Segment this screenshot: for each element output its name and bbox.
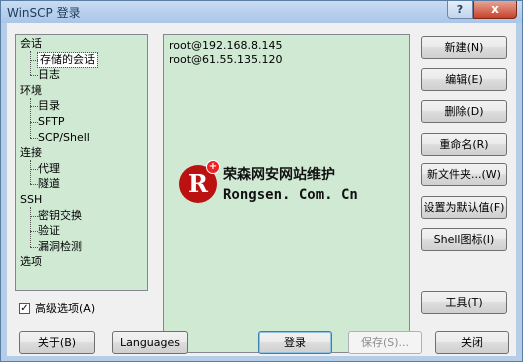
checkbox-box[interactable]: ✓ xyxy=(19,303,30,314)
languages-button[interactable]: Languages xyxy=(112,331,188,354)
tree-connector xyxy=(30,246,38,248)
title-bar[interactable]: WinSCP 登录 ? x xyxy=(1,1,522,23)
tree-item[interactable]: 代理 xyxy=(38,162,60,176)
tree-item[interactable]: 会话 xyxy=(20,37,42,51)
watermark-text-cn: 荣森网安网站维护 xyxy=(223,167,335,183)
new-folder-button[interactable]: 新文件夹...(W) xyxy=(421,163,507,186)
tree-item[interactable]: SCP/Shell xyxy=(38,131,90,145)
close-icon: x xyxy=(491,2,499,16)
tree-item[interactable]: SFTP xyxy=(38,115,64,129)
tree-connector xyxy=(30,137,38,139)
tree-connector xyxy=(30,184,38,186)
tools-button[interactable]: 工具(T) xyxy=(421,291,507,314)
login-button[interactable]: 登录 xyxy=(258,331,332,354)
close-window-button[interactable]: x xyxy=(473,1,517,19)
edit-button[interactable]: 编辑(E) xyxy=(421,68,507,91)
about-button[interactable]: 关于(B) xyxy=(19,331,95,354)
settings-tree[interactable]: 会话 存储的会话 日志环境 目录 SFTP SCP/Shell 连接代理 隧道 SSH 密钥交换验… xyxy=(15,34,148,291)
logo-plus-icon: + xyxy=(206,160,220,174)
tree-connector xyxy=(30,168,38,170)
tree-connector xyxy=(30,122,38,123)
watermark-text-en: Rongsen. Com. Cn xyxy=(223,187,358,203)
tree-item[interactable]: 环境 xyxy=(20,84,42,98)
stored-sessions-list[interactable]: root@192.168.8.145 root@61.55.135.120 R … xyxy=(163,34,410,353)
tree-connector xyxy=(30,231,38,233)
help-button[interactable]: ? xyxy=(447,1,473,19)
tree-connector xyxy=(30,215,38,217)
help-icon: ? xyxy=(456,3,464,16)
tree-item[interactable]: 验证 xyxy=(38,224,60,238)
shell-icon-button[interactable]: Shell图标(I) xyxy=(421,228,507,251)
tree-item[interactable]: 日志 xyxy=(38,68,60,82)
advanced-options-label: 高级选项(A) xyxy=(35,302,96,315)
check-icon: ✓ xyxy=(20,303,29,314)
tree-connector xyxy=(30,207,31,247)
tree-connector xyxy=(30,59,38,61)
tree-connector xyxy=(30,51,31,76)
tree-item[interactable]: 隧道 xyxy=(38,177,60,191)
watermark: R + 荣森网安网站维护 Rongsen. Com. Cn xyxy=(179,160,399,220)
set-default-button[interactable]: 设置为默认值(F) xyxy=(421,196,507,219)
tree-item[interactable]: 选项 xyxy=(20,255,42,269)
tree-connector xyxy=(30,106,38,108)
session-item[interactable]: root@61.55.135.120 xyxy=(169,53,283,67)
delete-button[interactable]: 删除(D) xyxy=(421,100,507,123)
login-window: WinSCP 登录 ? x 会话 存储的会话 日志环境 目录 SFTP SCP/Shell… xyxy=(0,0,523,362)
save-button[interactable]: 保存(S)... xyxy=(348,331,422,354)
rename-button[interactable]: 重命名(R) xyxy=(421,133,507,156)
tree-item[interactable]: 漏洞检测 xyxy=(38,240,82,254)
tree-connector xyxy=(30,75,38,77)
tree-connector xyxy=(30,160,31,185)
tree-item[interactable]: 目录 xyxy=(38,99,60,113)
tree-item[interactable]: 连接 xyxy=(20,146,42,160)
tree-item[interactable]: SSH xyxy=(20,193,42,207)
dialog-body: 会话 存储的会话 日志环境 目录 SFTP SCP/Shell 连接代理 隧道 SSH 密钥交换验… xyxy=(7,23,516,356)
tree-item[interactable]: 存储的会话 xyxy=(37,51,98,68)
new-button[interactable]: 新建(N) xyxy=(421,36,507,59)
close-button[interactable]: 关闭 xyxy=(435,331,509,354)
window-title: WinSCP 登录 xyxy=(7,6,81,20)
tree-connector xyxy=(30,97,31,138)
session-item[interactable]: root@192.168.8.145 xyxy=(169,39,283,53)
tree-item[interactable]: 密钥交换 xyxy=(38,209,82,223)
